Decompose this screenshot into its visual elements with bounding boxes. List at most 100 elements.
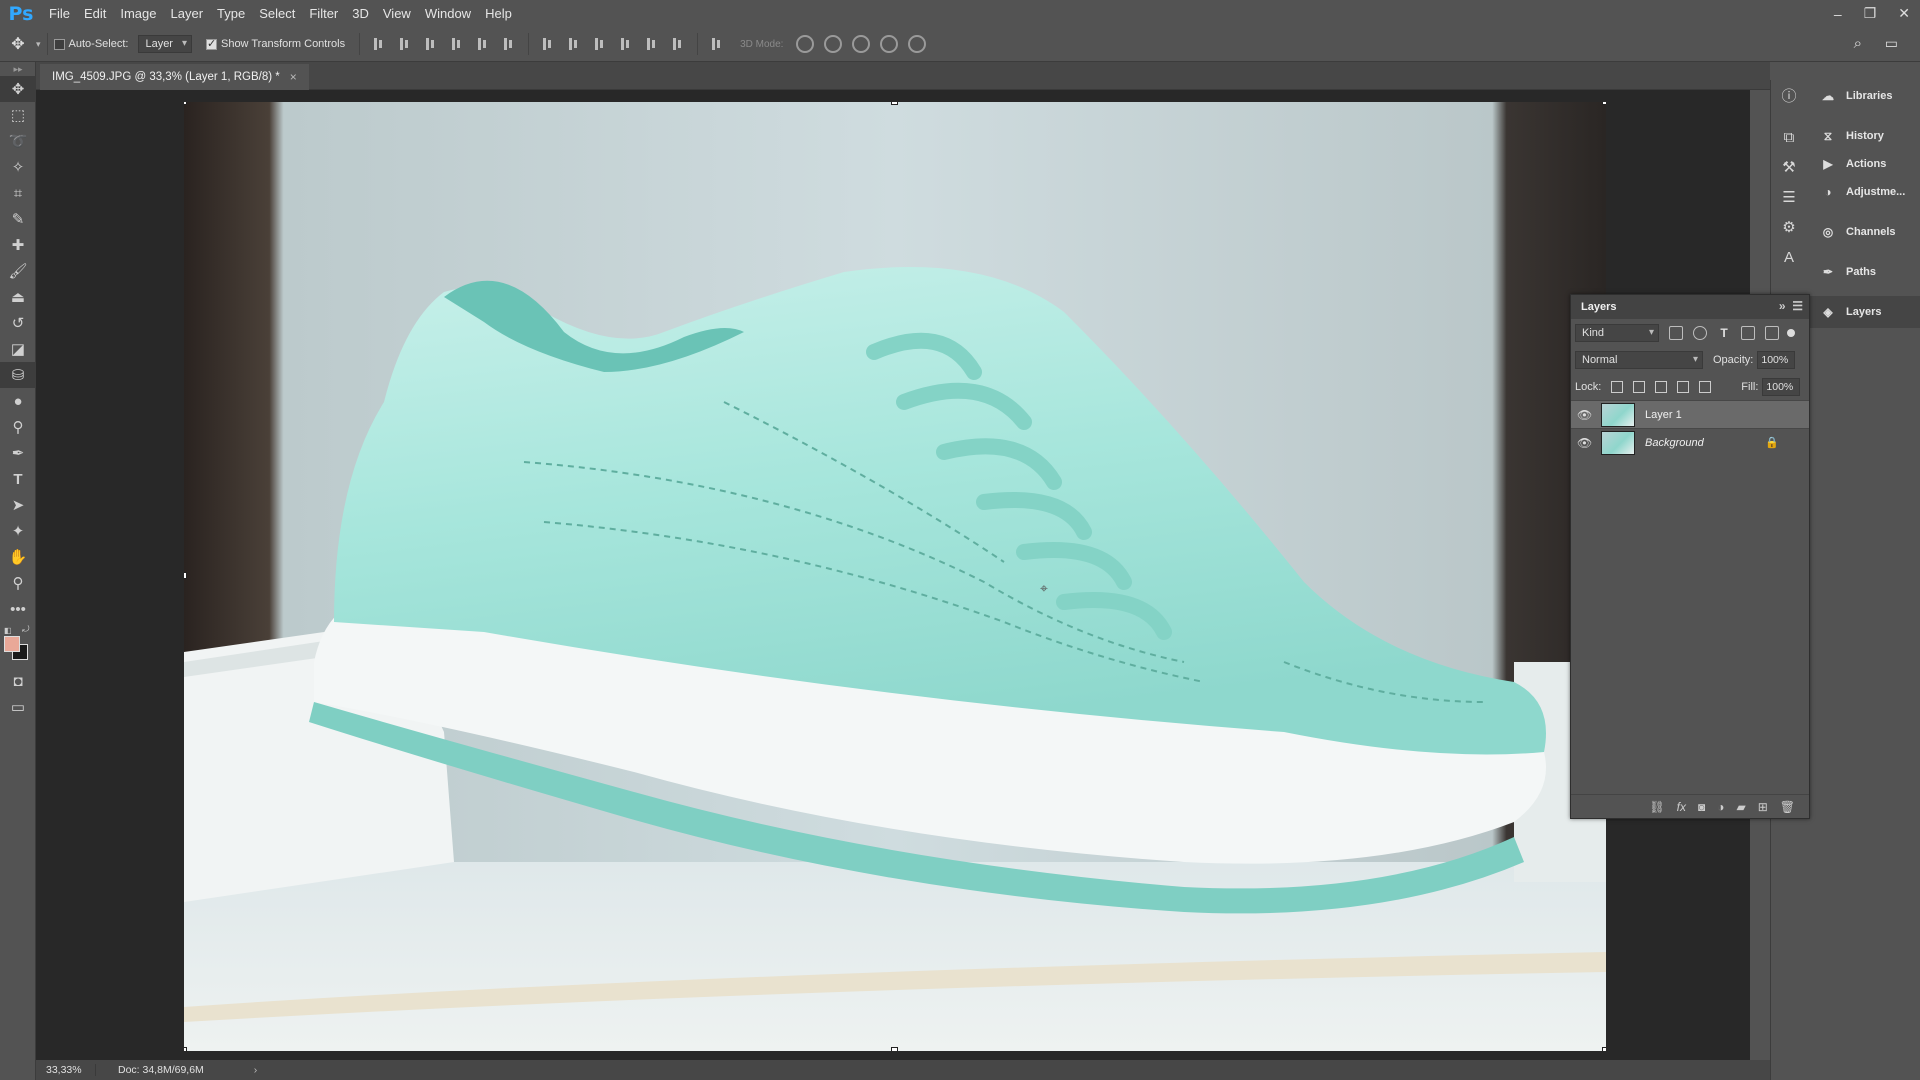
menu-edit[interactable]: Edit xyxy=(77,6,113,21)
dodge-tool-icon[interactable]: ⚲ xyxy=(0,414,36,440)
restore-icon[interactable]: ❐ xyxy=(1864,5,1877,22)
delete-layer-icon[interactable]: 🗑 xyxy=(1780,800,1795,814)
transform-handle[interactable] xyxy=(184,102,187,105)
menu-layer[interactable]: Layer xyxy=(164,6,211,21)
transform-handle[interactable] xyxy=(891,102,898,105)
collapse-toolbar-icon[interactable]: ▸▸ xyxy=(0,62,36,76)
marquee-tool-icon[interactable]: ⬚ xyxy=(0,102,36,128)
visibility-eye-icon[interactable]: 👁 xyxy=(1577,436,1593,450)
filter-shape-icon[interactable] xyxy=(1741,326,1755,340)
brush-settings-icon[interactable]: ⚒ xyxy=(1771,152,1807,182)
distribute-bottom-icon[interactable] xyxy=(591,35,609,53)
quick-mask-icon[interactable]: ◘ xyxy=(0,668,36,694)
dock-adjustments[interactable]: ◑Adjustme... xyxy=(1808,176,1920,208)
menu-file[interactable]: File xyxy=(42,6,77,21)
menu-window[interactable]: Window xyxy=(418,6,478,21)
clone-source-icon[interactable]: ⧉ xyxy=(1771,122,1807,152)
eraser-tool-icon[interactable]: ◪ xyxy=(0,336,36,362)
fill-input[interactable]: 100% xyxy=(1762,378,1800,396)
document-image[interactable]: ⌖ xyxy=(184,102,1606,1051)
magic-wand-tool-icon[interactable]: ✧ xyxy=(0,154,36,180)
transform-handle[interactable] xyxy=(184,572,187,579)
clone-stamp-tool-icon[interactable]: ⏏ xyxy=(0,284,36,310)
close-tab-icon[interactable]: × xyxy=(290,70,297,84)
paint-bucket-tool-icon[interactable]: ⛁ xyxy=(0,362,36,388)
3d-slide-icon[interactable] xyxy=(880,35,898,53)
filter-type-icon[interactable]: T xyxy=(1717,326,1731,340)
3d-scale-icon[interactable] xyxy=(908,35,926,53)
brush-tool-icon[interactable]: 🖌 xyxy=(0,258,36,284)
lock-artboard-icon[interactable] xyxy=(1677,381,1689,393)
transform-handle[interactable] xyxy=(1602,102,1606,105)
menu-select[interactable]: Select xyxy=(252,6,302,21)
dock-layers[interactable]: ◈Layers xyxy=(1808,296,1920,328)
zoom-tool-icon[interactable]: ⚲ xyxy=(0,570,36,596)
search-icon[interactable]: ⌕ xyxy=(1854,35,1862,52)
workspace-icon[interactable]: ▭ xyxy=(1885,35,1898,52)
type-tool-icon[interactable]: T xyxy=(0,466,36,492)
default-colors-icon[interactable]: ◧ xyxy=(4,626,12,635)
lasso-tool-icon[interactable]: ➰ xyxy=(0,128,36,154)
close-window-icon[interactable]: ✕ xyxy=(1898,5,1910,22)
filter-toggle-icon[interactable] xyxy=(1787,329,1795,337)
crop-tool-icon[interactable]: ⌗ xyxy=(0,180,36,206)
character-icon[interactable]: A xyxy=(1771,242,1807,272)
filter-pixel-icon[interactable] xyxy=(1669,326,1683,340)
shape-tool-icon[interactable]: ✦ xyxy=(0,518,36,544)
layer-style-icon[interactable]: fx xyxy=(1677,800,1686,814)
healing-brush-tool-icon[interactable]: ✚ xyxy=(0,232,36,258)
screen-mode-icon[interactable]: ▭ xyxy=(0,694,36,720)
align-right-icon[interactable] xyxy=(500,35,518,53)
preset-dropdown-icon[interactable]: ▾ xyxy=(36,39,41,50)
transform-handle[interactable] xyxy=(184,1047,187,1051)
new-layer-icon[interactable]: ⊞ xyxy=(1758,800,1768,814)
auto-select-dropdown[interactable]: Layer xyxy=(138,35,192,53)
dock-paths[interactable]: ✒Paths xyxy=(1808,256,1920,288)
link-layers-icon[interactable]: ⛓ xyxy=(1649,800,1664,814)
history-brush-tool-icon[interactable]: ↺ xyxy=(0,310,36,336)
menu-view[interactable]: View xyxy=(376,6,418,21)
new-group-icon[interactable]: ▰ xyxy=(1736,800,1745,814)
lock-image-icon[interactable] xyxy=(1633,381,1645,393)
foreground-color-swatch[interactable] xyxy=(4,636,20,652)
path-selection-tool-icon[interactable]: ➤ xyxy=(0,492,36,518)
transform-center-icon[interactable]: ⌖ xyxy=(1040,580,1048,597)
move-tool-icon[interactable]: ✥ xyxy=(0,76,36,102)
menu-filter[interactable]: Filter xyxy=(302,6,345,21)
minimize-icon[interactable]: – xyxy=(1834,6,1842,22)
status-menu-icon[interactable]: › xyxy=(254,1064,258,1076)
lock-transparent-icon[interactable] xyxy=(1611,381,1623,393)
align-hcenter-icon[interactable] xyxy=(474,35,492,53)
show-transform-checkbox[interactable] xyxy=(206,39,217,50)
new-adjustment-icon[interactable]: ◑ xyxy=(1717,800,1724,814)
move-tool-preset-icon[interactable]: ✥ xyxy=(0,34,36,54)
menu-image[interactable]: Image xyxy=(113,6,163,21)
align-vcenter-icon[interactable] xyxy=(396,35,414,53)
distribute-hcenter-icon[interactable] xyxy=(643,35,661,53)
filter-kind-dropdown[interactable]: Kind xyxy=(1575,324,1659,342)
lock-all-icon[interactable] xyxy=(1699,381,1711,393)
distribute-vcenter-icon[interactable] xyxy=(565,35,583,53)
blur-tool-icon[interactable]: ● xyxy=(0,388,36,414)
3d-pan-icon[interactable] xyxy=(852,35,870,53)
layer-row[interactable]: 👁 Layer 1 xyxy=(1571,400,1809,428)
properties-icon[interactable]: ☰ xyxy=(1771,182,1807,212)
hand-tool-icon[interactable]: ✋ xyxy=(0,544,36,570)
filter-smart-object-icon[interactable] xyxy=(1765,326,1779,340)
menu-3d[interactable]: 3D xyxy=(345,6,376,21)
add-mask-icon[interactable]: ◙ xyxy=(1698,800,1705,814)
3d-orbit-icon[interactable] xyxy=(796,35,814,53)
distribute-top-icon[interactable] xyxy=(539,35,557,53)
dock-channels[interactable]: ◎Channels xyxy=(1808,216,1920,248)
3d-roll-icon[interactable] xyxy=(824,35,842,53)
blend-mode-dropdown[interactable]: Normal xyxy=(1575,351,1703,369)
layer-row[interactable]: 👁 Background 🔒 xyxy=(1571,428,1809,456)
visibility-eye-icon[interactable]: 👁 xyxy=(1577,408,1593,422)
align-bottom-icon[interactable] xyxy=(422,35,440,53)
menu-help[interactable]: Help xyxy=(478,6,519,21)
distribute-left-icon[interactable] xyxy=(617,35,635,53)
pen-tool-icon[interactable]: ✒ xyxy=(0,440,36,466)
align-top-icon[interactable] xyxy=(370,35,388,53)
auto-align-layers-icon[interactable] xyxy=(708,35,726,53)
lock-position-icon[interactable] xyxy=(1655,381,1667,393)
